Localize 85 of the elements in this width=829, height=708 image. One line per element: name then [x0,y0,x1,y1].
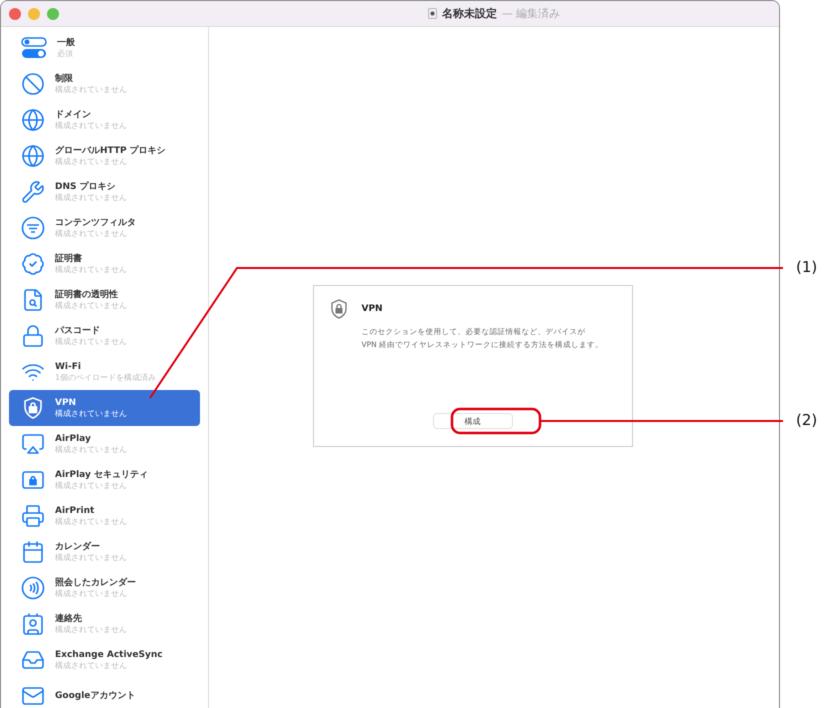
sidebar-item[interactable]: VPN 構成されていません [9,390,200,426]
inbox-tray-icon [21,648,45,672]
calendar-icon [21,540,45,564]
item-status: 構成されていません [55,408,127,418]
sidebar-item[interactable]: AirPrint 構成されていません [9,498,200,534]
shield-lock-icon [330,299,348,319]
sidebar-item[interactable]: 一般 必須 [9,30,200,66]
sidebar-item[interactable]: AirPlay 構成されていません [9,426,200,462]
screen-cast-icon [21,432,45,456]
globe-icon [21,144,45,168]
item-title: グローバルHTTP プロキシ [55,146,166,156]
item-status: 構成されていません [55,444,127,454]
sidebar-item[interactable]: カレンダー 構成されていません [9,534,200,570]
item-status: 構成されていません [55,300,127,310]
item-title: カレンダー [55,542,101,552]
sidebar-item[interactable]: 制限 構成されていません [9,66,200,102]
sidebar-item[interactable]: Googleアカウント [9,678,200,708]
item-status: 構成されていません [55,516,127,526]
prohibited-icon [21,72,45,96]
item-title: パスコード [55,326,101,336]
item-title: Googleアカウント [55,690,136,702]
check-badge-icon [21,252,45,276]
item-status: 構成されていません [55,588,128,598]
item-title: Exchange ActiveSync [55,650,163,660]
item-status: 構成されていません [55,264,127,274]
item-title: AirPlay セキュリティ [55,470,148,480]
card-title: VPN [362,304,383,314]
item-status: 構成されていません [55,84,127,94]
screen-lock-icon [21,468,45,492]
toggle-switches-icon [21,37,47,59]
zoom-button[interactable] [47,8,59,20]
contact-card-icon [21,612,45,636]
lock-icon [21,324,45,348]
window-subtitle: — 編集済み [502,6,560,21]
item-title: コンテンツフィルタ [55,218,136,228]
sidebar-item[interactable]: 連絡先 構成されていません [9,606,200,642]
item-status: 構成されていません [55,120,127,130]
item-status: 構成されていません [55,480,128,490]
globe-icon [21,108,45,132]
sidebar-item[interactable]: グローバルHTTP プロキシ 構成されていません [9,138,200,174]
printer-icon [21,504,45,528]
document-icon [428,8,437,19]
item-status: 1個のペイロードを構成済み [55,372,156,382]
item-title: 証明書 [55,254,83,264]
item-status: 構成されていません [55,624,127,634]
item-title: 照会したカレンダー [55,578,136,588]
sidebar-item[interactable]: パスコード 構成されていません [9,318,200,354]
window-title: 名称未設定 [442,6,497,21]
item-title: AirPrint [55,506,96,516]
item-title: 一般 [57,38,75,48]
callout-label: (2) [796,411,818,429]
item-title: Wi-Fi [55,362,82,372]
item-status: 構成されていません [55,336,127,346]
item-title: ドメイン [55,110,92,120]
item-title: 制限 [55,74,74,84]
signal-waves-icon [21,576,45,600]
document-search-icon [21,288,45,312]
item-status: 構成されていません [55,156,128,166]
close-button[interactable] [9,8,21,20]
shield-lock-icon [21,396,45,420]
item-status: 構成されていません [55,228,128,238]
mail-icon [21,684,45,708]
item-title: VPN [55,398,78,408]
callout-label: (1) [796,258,818,276]
item-status: 構成されていません [55,660,128,670]
sidebar-item[interactable]: 照会したカレンダー 構成されていません [9,570,200,606]
sidebar-item[interactable]: Exchange ActiveSync 構成されていません [9,642,200,678]
item-title: 証明書の透明性 [55,290,119,300]
wrench-icon [21,180,45,204]
item-title: AirPlay [55,434,92,444]
minimize-button[interactable] [28,8,40,20]
item-title: DNS プロキシ [55,182,117,192]
configure-button[interactable]: 構成 [432,413,512,429]
item-status: 必須 [57,48,74,58]
sidebar-item[interactable]: 証明書の透明性 構成されていません [9,282,200,318]
sidebar-item[interactable]: ドメイン 構成されていません [9,102,200,138]
sidebar-item[interactable]: コンテンツフィルタ 構成されていません [9,210,200,246]
item-status: 構成されていません [55,192,127,202]
sidebar-item[interactable]: DNS プロキシ 構成されていません [9,174,200,210]
sidebar-item[interactable]: 証明書 構成されていません [9,246,200,282]
item-status: 構成されていません [55,552,127,562]
sidebar-item[interactable]: Wi-Fi 1個のペイロードを構成済み [9,354,200,390]
item-title: 連絡先 [55,614,83,624]
filter-icon [21,216,45,240]
sidebar-item[interactable]: AirPlay セキュリティ 構成されていません [9,462,200,498]
